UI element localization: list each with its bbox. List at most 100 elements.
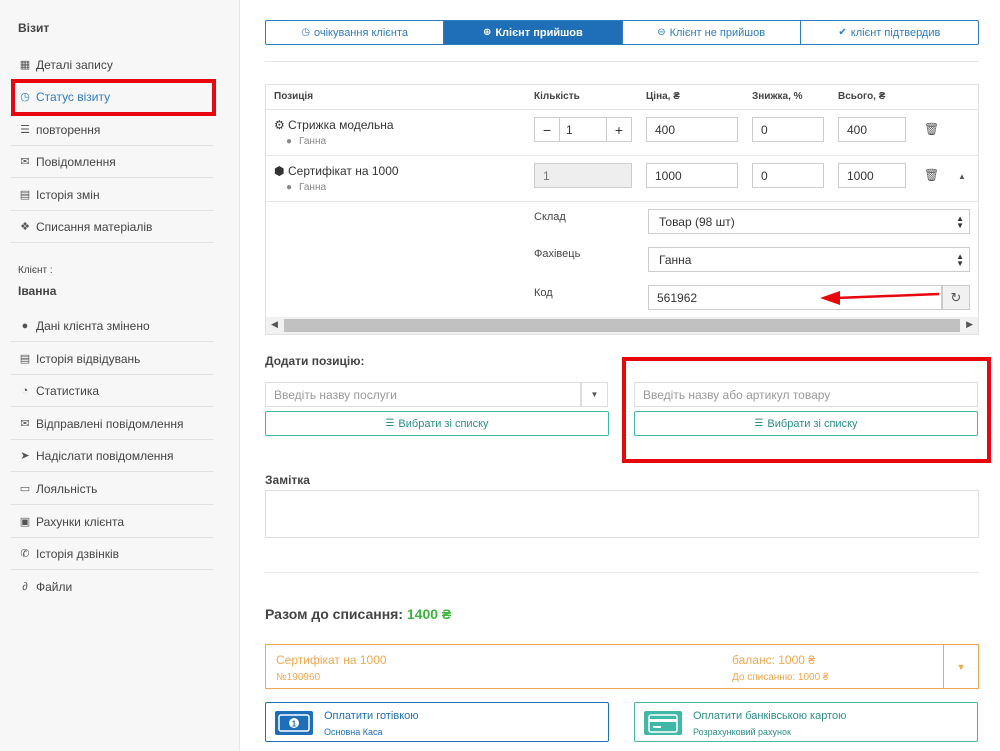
check-circle-icon: ✔ <box>838 27 847 38</box>
price-input[interactable]: 1000 <box>646 163 738 188</box>
minus-circle-icon: ⊖ <box>657 27 666 38</box>
user-icon: ● <box>286 182 293 193</box>
user-icon: ● <box>21 319 29 332</box>
sidebar-item-label: Файли <box>36 580 73 594</box>
certificate-name: Сертифікат на 1000 <box>276 653 387 667</box>
trash-icon[interactable]: 🗑 <box>924 122 939 136</box>
specialist-value: Ганна <box>659 252 692 267</box>
calendar-icon: ▦ <box>19 59 31 71</box>
quantity-input-disabled: 1 <box>534 163 632 188</box>
positions-table: Позиція Кількість Ціна, ₴ Знижка, % Всьо… <box>265 84 979 335</box>
sidebar-item-messages[interactable]: ✉ Повідомлення <box>10 146 214 178</box>
note-textarea[interactable] <box>265 490 979 538</box>
plus-circle-icon: ⊕ <box>482 27 492 38</box>
sidebar-item-label: Історія відвідувань <box>36 351 141 366</box>
certificate-card[interactable]: Сертифікат на 1000 №190960 баланс: 1000 … <box>265 644 979 689</box>
warehouse-select[interactable]: Товар (98 шт) ▲ ▼ <box>648 209 970 234</box>
divider <box>265 572 979 573</box>
list-icon: ☰ <box>20 124 30 136</box>
scroll-left-icon[interactable]: ◀ <box>271 319 278 330</box>
list-icon: ☰ <box>385 418 395 429</box>
sidebar-item-label: Списання матеріалів <box>36 219 153 234</box>
total-summary: Разом до списання: 1400 ₴ <box>265 606 451 622</box>
main-panel: ◷ очікування клієнта ⊕ Клієнт прийшов ⊖ … <box>241 0 1000 751</box>
sidebar-item-files[interactable]: ∂ Файли <box>10 571 214 603</box>
sidebar-item-sent-messages[interactable]: ✉ Відправлені повідомлення <box>10 408 214 440</box>
note-title: Замітка <box>265 473 310 487</box>
select-arrows-icon: ▲ ▼ <box>956 252 964 268</box>
tab-client-no-show[interactable]: ⊖ Клієнт не прийшов <box>623 21 801 44</box>
total-input[interactable]: 400 <box>838 117 906 142</box>
certificate-to-charge: До списанню: 1000 ₴ <box>732 672 829 683</box>
scrollbar-thumb[interactable] <box>284 319 960 332</box>
tab-label: очікування клієнта <box>313 26 408 39</box>
total-label: Разом до списання: <box>265 606 403 622</box>
chevron-down-icon[interactable]: ▼ <box>943 645 978 688</box>
sidebar-item-call-history[interactable]: ✆ Історія дзвінків <box>10 538 214 570</box>
decrement-button[interactable]: − <box>535 118 559 141</box>
button-label: Вибрати зі списку <box>398 417 489 430</box>
pay-card-subtitle: Розрахунковий рахунок <box>693 727 791 737</box>
chevron-up-icon[interactable]: ▲ <box>958 172 966 181</box>
increment-button[interactable]: + <box>607 118 631 141</box>
client-label: Клієнт : <box>18 265 53 276</box>
divider <box>265 61 979 62</box>
quantity-stepper[interactable]: − 1 + <box>534 117 632 142</box>
svg-text:1: 1 <box>292 720 297 729</box>
sidebar-item-history[interactable]: ▤ Історія змін <box>10 179 214 211</box>
trash-icon[interactable]: 🗑 <box>924 168 939 182</box>
tab-waiting[interactable]: ◷ очікування клієнта <box>266 21 445 44</box>
sidebar-item-loyalty[interactable]: ▭ Лояльність <box>10 473 214 505</box>
cash-icon: 1 <box>275 711 313 735</box>
position-name: Стрижка модельна <box>288 118 394 132</box>
sidebar-item-details[interactable]: ▦ Деталі запису <box>10 49 214 81</box>
horizontal-scrollbar[interactable]: ◀ ▶ <box>266 317 978 334</box>
sidebar-item-materials[interactable]: ❖ Списання матеріалів <box>10 211 214 243</box>
scroll-right-icon[interactable]: ▶ <box>966 319 973 330</box>
header-total: Всього, ₴ <box>838 91 886 102</box>
sidebar-item-visit-history[interactable]: ▤ Історія відвідувань <box>10 343 214 375</box>
sidebar-item-label: Лояльність <box>36 481 98 496</box>
cubes-icon: ❖ <box>20 221 30 233</box>
sidebar-item-client-data[interactable]: ● Дані клієнта змінено <box>10 310 214 342</box>
sidebar-item-statistics[interactable]: ◔ Статистика <box>10 375 214 407</box>
pay-cash-title: Оплатити готівкою <box>324 710 419 722</box>
sidebar-item-client-accounts[interactable]: ▣ Рахунки клієнта <box>10 506 214 538</box>
tab-label: клієнт підтвердив <box>850 26 941 39</box>
sidebar: Візит ▦ Деталі запису ◷ Статус візиту ☰ … <box>0 0 240 751</box>
total-input[interactable]: 1000 <box>838 163 906 188</box>
warehouse-value: Товар (98 шт) <box>659 214 735 229</box>
pay-cash-button[interactable]: 1 Оплатити готівкою Основна Каса <box>265 702 609 742</box>
sidebar-item-repeat[interactable]: ☰ повторення <box>10 114 214 146</box>
envelope-icon: ✉ <box>20 418 30 430</box>
chevron-down-icon[interactable]: ▼ <box>581 382 608 407</box>
row-icon: ⚙ <box>274 118 285 132</box>
specialist-label: Фахівець <box>534 248 581 260</box>
sidebar-item-label: Історія дзвінків <box>36 546 120 561</box>
specialist-select[interactable]: Ганна ▲ ▼ <box>648 247 970 272</box>
divider <box>266 201 978 202</box>
pay-cash-subtitle: Основна Каса <box>324 727 383 737</box>
quantity-value[interactable]: 1 <box>559 118 607 141</box>
highlight-box <box>622 357 991 463</box>
paperclip-icon: ∂ <box>22 581 28 593</box>
sidebar-item-label: Історія змін <box>36 187 100 202</box>
refresh-icon[interactable]: ↻ <box>942 285 970 310</box>
pay-card-button[interactable]: Оплатити банківською картою Розрахункови… <box>634 702 978 742</box>
header-discount: Знижка, % <box>752 91 803 102</box>
price-input[interactable]: 400 <box>646 117 738 142</box>
select-arrows-icon: ▲ ▼ <box>956 214 964 230</box>
visit-heading: Візит <box>18 21 50 35</box>
service-search-input[interactable]: Введіть назву послуги <box>265 382 581 407</box>
highlight-box <box>11 79 216 116</box>
sidebar-item-send-message[interactable]: ➤ Надіслати повідомлення <box>10 440 214 472</box>
discount-input[interactable]: 0 <box>752 163 824 188</box>
status-tabs: ◷ очікування клієнта ⊕ Клієнт прийшов ⊖ … <box>265 20 979 45</box>
tab-client-confirmed[interactable]: ✔ клієнт підтвердив <box>801 21 978 44</box>
sidebar-item-label: Надіслати повідомлення <box>36 448 174 463</box>
header-position: Позиція <box>274 91 314 102</box>
discount-input[interactable]: 0 <box>752 117 824 142</box>
tab-client-arrived[interactable]: ⊕ Клієнт прийшов <box>444 21 623 44</box>
employee-name: Ганна <box>299 136 327 147</box>
choose-service-list-button[interactable]: ☰ Вибрати зі списку <box>265 411 609 436</box>
